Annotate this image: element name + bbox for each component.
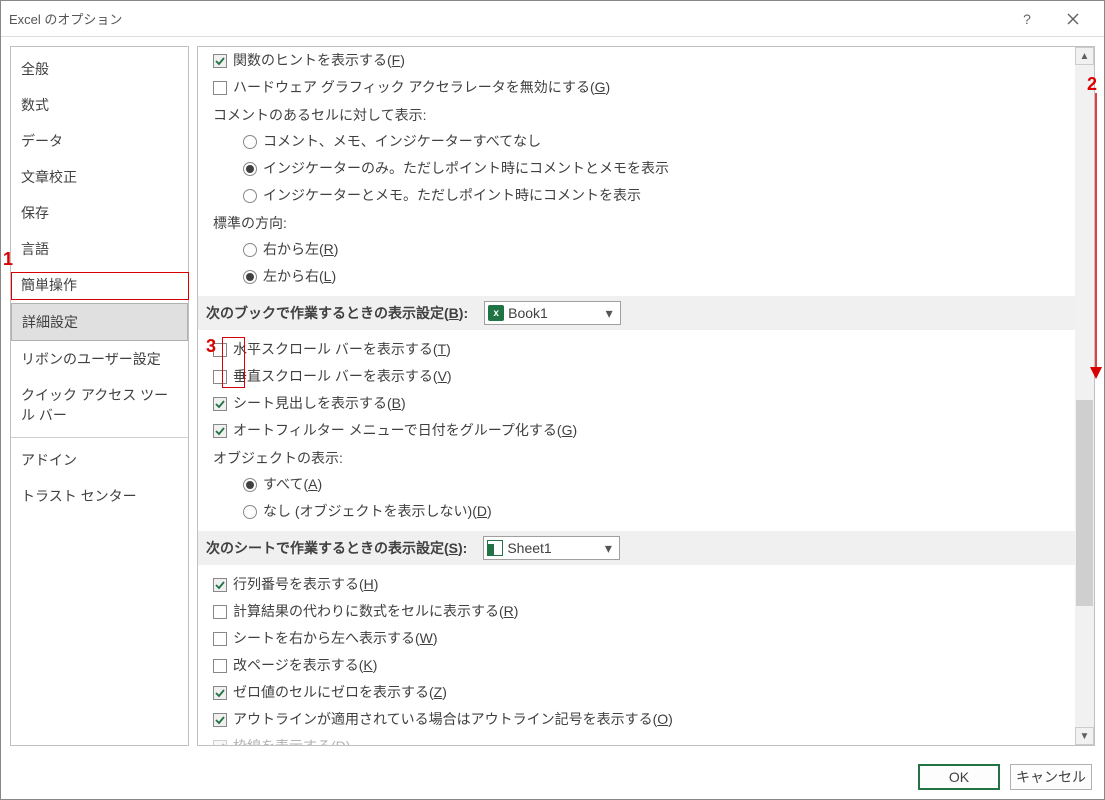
- opt-show-sheet-tabs[interactable]: シート見出しを表示する(B): [198, 390, 1075, 417]
- checkbox-icon: [213, 397, 227, 411]
- opt-sheet-rtl[interactable]: シートを右から左へ表示する(W): [198, 625, 1075, 652]
- cancel-button[interactable]: キャンセル: [1010, 764, 1092, 790]
- radio-direction-rtl[interactable]: 右から左(R): [198, 236, 1075, 263]
- sidebar-item-proofing[interactable]: 文章校正: [11, 159, 188, 195]
- checkbox-icon: [213, 605, 227, 619]
- checkbox-icon: [213, 659, 227, 673]
- category-sidebar: 全般 数式 データ 文章校正 保存 言語 簡単操作 詳細設定 リボンのユーザー設…: [10, 46, 189, 746]
- radio-icon: [243, 505, 257, 519]
- worksheet-icon: [487, 540, 503, 556]
- opt-group-dates-autofilter[interactable]: オートフィルター メニューで日付をグループ化する(G): [198, 417, 1075, 444]
- opt-disable-hw-accel[interactable]: ハードウェア グラフィック アクセラレータを無効にする(G): [198, 74, 1075, 101]
- checkbox-icon: [213, 578, 227, 592]
- group-title: 次のシートで作業するときの表示設定(S):: [206, 538, 467, 558]
- radio-objects-all[interactable]: すべて(A): [198, 471, 1075, 498]
- checkbox-icon: [213, 424, 227, 438]
- comment-display-heading: コメントのあるセルに対して表示:: [198, 101, 1075, 128]
- opt-show-function-hints[interactable]: 関数のヒントを表示する(F): [198, 47, 1075, 74]
- opt-show-zero[interactable]: ゼロ値のセルにゼロを表示する(Z): [198, 679, 1075, 706]
- sidebar-item-trust-center[interactable]: トラスト センター: [11, 478, 188, 514]
- vertical-scrollbar[interactable]: ▲ ▼: [1075, 47, 1094, 745]
- opt-show-formulas[interactable]: 計算結果の代わりに数式をセルに表示する(R): [198, 598, 1075, 625]
- checkbox-icon: [213, 343, 227, 357]
- dialog-window: Excel のオプション ? 全般 数式 データ 文章校正 保存 言語 簡単操作…: [0, 0, 1105, 800]
- sidebar-separator: [11, 437, 188, 438]
- radio-comments-indicator-only[interactable]: インジケーターのみ。ただしポイント時にコメントとメモを表示: [198, 155, 1075, 182]
- sidebar-item-save[interactable]: 保存: [11, 195, 188, 231]
- objects-display-heading: オブジェクトの表示:: [198, 444, 1075, 471]
- opt-show-row-col-headers[interactable]: 行列番号を表示する(H): [198, 571, 1075, 598]
- workbook-combo-value: Book1: [508, 305, 598, 321]
- checkbox-icon: [213, 713, 227, 727]
- group-title: 次のブックで作業するときの表示設定(B):: [206, 303, 468, 323]
- excel-workbook-icon: x: [488, 305, 504, 321]
- scroll-area: 関数のヒントを表示する(F) ハードウェア グラフィック アクセラレータを無効に…: [198, 47, 1075, 745]
- radio-icon: [243, 243, 257, 257]
- checkbox-icon: [213, 686, 227, 700]
- checkbox-icon: [213, 81, 227, 95]
- radio-icon: [243, 189, 257, 203]
- sidebar-item-data[interactable]: データ: [11, 123, 188, 159]
- sidebar-item-addins[interactable]: アドイン: [11, 442, 188, 478]
- scroll-track[interactable]: [1075, 65, 1094, 727]
- radio-icon: [243, 135, 257, 149]
- sidebar-item-general[interactable]: 全般: [11, 51, 188, 87]
- opt-show-vscrollbar[interactable]: 垂直スクロール バーを表示する(V): [198, 363, 1075, 390]
- checkbox-icon: [213, 370, 227, 384]
- radio-objects-none[interactable]: なし (オブジェクトを表示しない)(D): [198, 498, 1075, 525]
- content-pane: 関数のヒントを表示する(F) ハードウェア グラフィック アクセラレータを無効に…: [197, 46, 1095, 746]
- dialog-body: 全般 数式 データ 文章校正 保存 言語 簡単操作 詳細設定 リボンのユーザー設…: [1, 37, 1104, 755]
- sidebar-item-advanced[interactable]: 詳細設定: [11, 303, 188, 341]
- close-icon: [1067, 13, 1079, 25]
- checkbox-icon: [213, 54, 227, 68]
- close-button[interactable]: [1050, 1, 1096, 36]
- group-display-options-sheet: 次のシートで作業するときの表示設定(S): Sheet1 ▾: [198, 531, 1075, 565]
- opt-show-hscrollbar[interactable]: 水平スクロール バーを表示する(T): [198, 336, 1075, 363]
- group-display-options-workbook: 次のブックで作業するときの表示設定(B): x Book1 ▾: [198, 296, 1075, 330]
- sheet-selector[interactable]: Sheet1 ▾: [483, 536, 620, 560]
- window-title: Excel のオプション: [9, 9, 1004, 28]
- checkbox-icon: [213, 740, 227, 746]
- opt-show-gridlines-partial[interactable]: 枠線を表示する(D): [198, 733, 1075, 745]
- sheet-combo-value: Sheet1: [507, 540, 597, 556]
- scroll-thumb[interactable]: [1076, 400, 1093, 606]
- titlebar: Excel のオプション ?: [1, 1, 1104, 37]
- scroll-up-button[interactable]: ▲: [1075, 47, 1094, 65]
- sidebar-item-ease-of-access[interactable]: 簡単操作: [11, 267, 188, 303]
- opt-show-outline-symbols[interactable]: アウトラインが適用されている場合はアウトライン記号を表示する(O): [198, 706, 1075, 733]
- radio-icon: [243, 478, 257, 492]
- radio-icon: [243, 270, 257, 284]
- chevron-down-icon: ▾: [602, 305, 616, 322]
- sidebar-item-quick-access-toolbar[interactable]: クイック アクセス ツール バー: [11, 377, 188, 433]
- sidebar-item-language[interactable]: 言語: [11, 231, 188, 267]
- sidebar-item-customize-ribbon[interactable]: リボンのユーザー設定: [11, 341, 188, 377]
- radio-icon: [243, 162, 257, 176]
- dialog-footer: OK キャンセル: [1, 755, 1104, 799]
- scroll-down-button[interactable]: ▼: [1075, 727, 1094, 745]
- sidebar-item-formulas[interactable]: 数式: [11, 87, 188, 123]
- chevron-down-icon: ▾: [601, 540, 615, 557]
- ok-button[interactable]: OK: [918, 764, 1000, 790]
- help-button[interactable]: ?: [1004, 1, 1050, 36]
- checkbox-icon: [213, 632, 227, 646]
- radio-direction-ltr[interactable]: 左から右(L): [198, 263, 1075, 290]
- radio-comments-none[interactable]: コメント、メモ、インジケーターすべてなし: [198, 128, 1075, 155]
- workbook-selector[interactable]: x Book1 ▾: [484, 301, 621, 325]
- radio-comments-indicator-and-memo[interactable]: インジケーターとメモ。ただしポイント時にコメントを表示: [198, 182, 1075, 209]
- default-direction-heading: 標準の方向:: [198, 209, 1075, 236]
- opt-show-page-breaks[interactable]: 改ページを表示する(K): [198, 652, 1075, 679]
